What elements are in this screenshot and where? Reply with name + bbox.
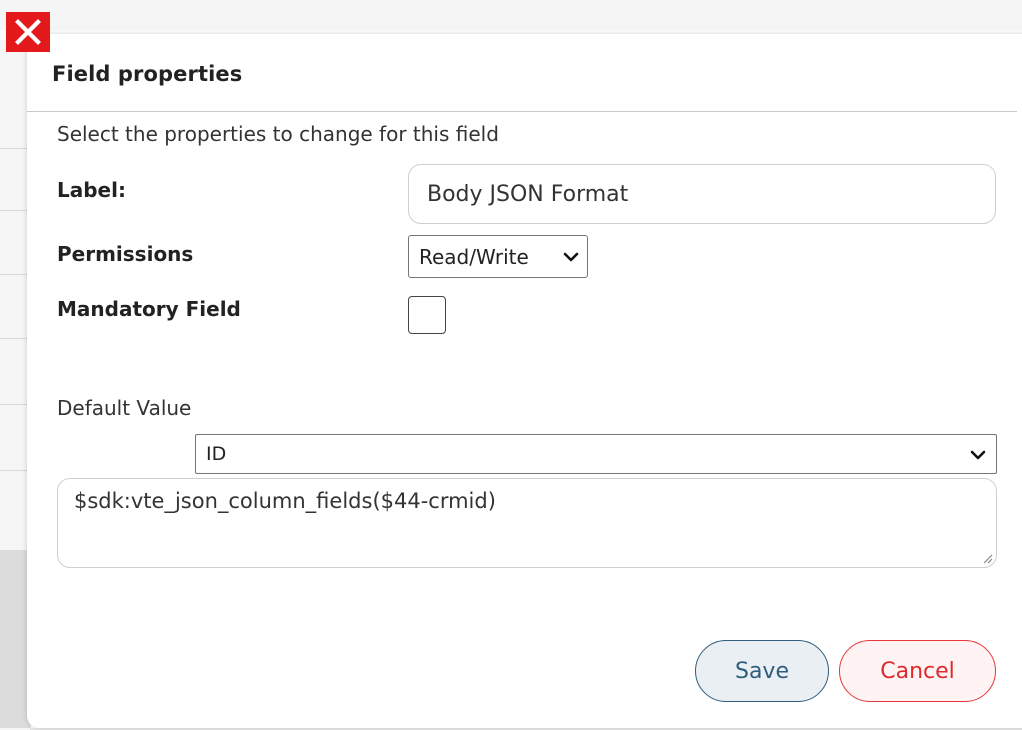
default-value-text: $sdk:vte_json_column_fields($44-crmid)	[74, 489, 496, 513]
background-lower-area	[0, 550, 30, 728]
chevron-down-icon	[563, 252, 579, 262]
background-row-divider	[0, 148, 30, 149]
label-input[interactable]	[408, 164, 996, 224]
dialog-subtitle: Select the properties to change for this…	[57, 122, 499, 146]
default-value-field-select[interactable]: ID	[195, 434, 997, 474]
title-divider	[27, 111, 1017, 112]
close-icon	[15, 19, 41, 45]
background-row-divider	[0, 404, 30, 405]
cancel-button[interactable]: Cancel	[839, 640, 996, 702]
mandatory-field-checkbox[interactable]	[408, 296, 446, 334]
background-row-divider	[0, 338, 30, 339]
chevron-down-icon	[970, 450, 986, 460]
permissions-select[interactable]: Read/Write	[408, 235, 588, 278]
default-value-selected-option: ID	[206, 443, 227, 465]
resize-grip-icon[interactable]	[981, 552, 993, 564]
background-row-divider	[0, 470, 30, 471]
permissions-selected-value: Read/Write	[419, 244, 529, 269]
default-value-label: Default Value	[57, 396, 192, 420]
save-button[interactable]: Save	[695, 640, 829, 702]
mandatory-field-label: Mandatory Field	[57, 297, 241, 321]
permissions-label: Permissions	[57, 242, 194, 266]
field-properties-dialog: Field properties Select the properties t…	[27, 34, 1022, 728]
default-value-textarea[interactable]: $sdk:vte_json_column_fields($44-crmid)	[57, 478, 997, 568]
close-button[interactable]	[6, 12, 50, 52]
dialog-title: Field properties	[52, 62, 243, 86]
background-row-divider	[0, 210, 30, 211]
background-header	[0, 0, 1022, 30]
background-row-divider	[0, 274, 30, 275]
label-field-label: Label:	[57, 178, 126, 202]
